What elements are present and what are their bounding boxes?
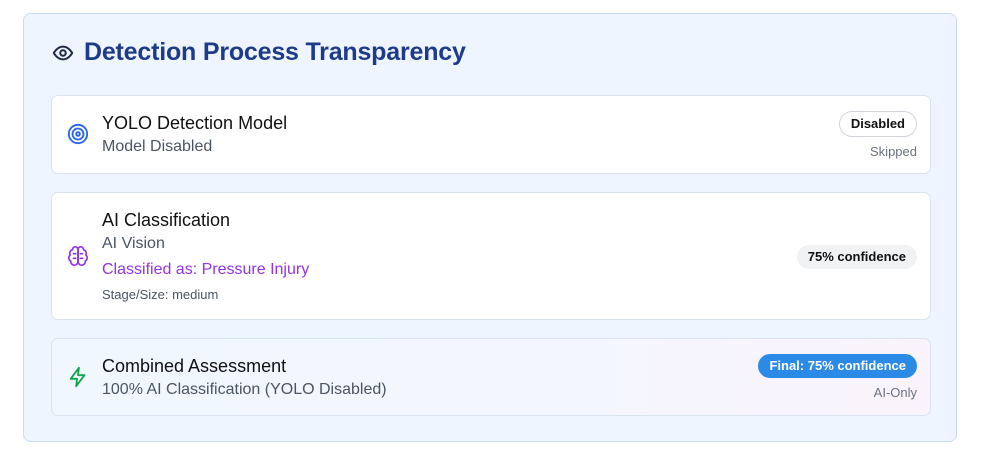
- stage-size: Stage/Size: medium: [102, 287, 219, 302]
- target-icon: [67, 123, 89, 145]
- lightning-icon: [67, 366, 89, 388]
- eye-icon: [52, 42, 74, 64]
- card-subtitle: Model Disabled: [102, 138, 213, 155]
- classification-result: Classified as: Pressure Injury: [102, 261, 310, 278]
- yolo-detection-card: YOLO Detection Model Model Disabled Disa…: [51, 95, 931, 174]
- yolo-status: Disabled Skipped: [838, 111, 917, 160]
- status-note: Skipped: [870, 144, 917, 159]
- panel-header: Detection Process Transparency: [52, 38, 466, 67]
- card-title: Combined Assessment: [102, 356, 287, 376]
- card-title: YOLO Detection Model: [102, 113, 288, 133]
- detection-transparency-panel: Detection Process Transparency YOLO Dete…: [23, 13, 957, 442]
- combined-status: Final: 75% confidence AI-Only: [758, 354, 917, 401]
- status-badge: Disabled: [838, 111, 917, 137]
- card-title: AI Classification: [102, 210, 231, 230]
- confidence-badge: 75% confidence: [796, 245, 917, 269]
- yolo-text-block: YOLO Detection Model Model Disabled: [102, 112, 287, 157]
- mode-note: AI-Only: [873, 385, 917, 400]
- panel-title: Detection Process Transparency: [84, 38, 466, 66]
- combined-text-block: Combined Assessment 100% AI Classificati…: [102, 355, 387, 400]
- ai-status: 75% confidence: [796, 245, 917, 269]
- ai-classification-card: AI Classification AI Vision Classified a…: [51, 192, 931, 320]
- final-confidence-badge: Final: 75% confidence: [758, 354, 917, 378]
- combined-assessment-card: Combined Assessment 100% AI Classificati…: [51, 338, 931, 416]
- ai-text-block: AI Classification AI Vision Classified a…: [102, 209, 309, 303]
- card-subtitle: AI Vision: [102, 235, 165, 252]
- brain-icon: [67, 245, 89, 267]
- card-subtitle: 100% AI Classification (YOLO Disabled): [102, 381, 387, 398]
